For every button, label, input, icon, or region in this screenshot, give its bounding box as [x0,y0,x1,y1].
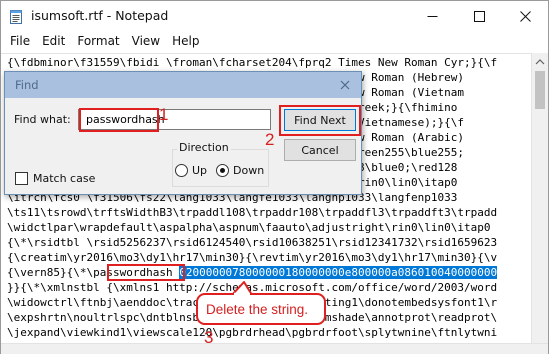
minimize-button[interactable] [409,1,455,31]
editor-line: \widctlpar\wrapdefault\aspalpha\aspnum\f… [7,221,491,234]
close-icon [519,10,531,22]
menu-format[interactable]: Format [71,31,125,53]
editor-line-selected: {\vern85}{\*\passwordhash 02000000780000… [7,265,498,280]
minimize-icon [427,15,437,17]
menu-edit[interactable]: Edit [36,31,71,53]
status-strip [1,343,548,354]
line-prefix: {\vern85}{\*\ [7,266,94,279]
close-icon [340,80,350,90]
radio-selected-dot [220,168,225,173]
window-title: isumsoft.rtf - Notepad [31,8,169,23]
find-input-highlight-box [79,108,159,132]
scroll-up-icon[interactable] [532,55,548,69]
match-case-label[interactable]: Match case [33,172,95,185]
editor-line: \ts11\tsrowd\trftsWidthB3\trpaddl108\trp… [7,206,498,219]
menu-view[interactable]: View [126,31,166,53]
title-bar[interactable]: isumsoft.rtf - Notepad [1,1,548,31]
maximize-button[interactable] [456,1,502,31]
dialog-title: Find [15,78,39,92]
editor-line: \jexpand\viewkind1\viewscale120\pgbrdrhe… [7,326,498,339]
scrollbar-thumb[interactable] [535,71,545,109]
step-1-label: 1 [159,105,169,124]
menu-bar: File Edit Format View Help [1,31,548,53]
direction-up-radio[interactable] [175,164,188,177]
step-3-label: 3 [204,328,214,347]
editor-line: {\fdbminor\f31559\fbidi \froman\fcharset… [7,56,498,69]
editor-line: {\creatim\yr2016\mo3\dy1\hr17\min30}{\re… [7,251,498,264]
password-hash-highlight-box [107,264,185,281]
dialog-title-bar[interactable]: Find [5,72,361,98]
maximize-icon [473,10,485,22]
notepad-icon [10,10,22,24]
password-hash-value[interactable]: 0200000078000000180000000e800000a0860100… [179,266,498,279]
direction-label: Direction [177,141,231,154]
menu-file[interactable]: File [4,31,36,53]
step-2-label: 2 [265,130,275,149]
match-case-checkbox[interactable] [15,172,28,185]
callout-text: Delete the string. [206,302,309,317]
find-what-label: Find what: [14,113,71,126]
find-next-highlight-box [279,105,361,136]
vertical-scrollbar[interactable] [531,53,548,343]
find-dialog: Find Find what: passwordhash Find Next C… [4,71,362,195]
dialog-close-button[interactable] [335,76,355,94]
cancel-button[interactable]: Cancel [284,139,356,161]
direction-down-label[interactable]: Down [233,164,264,177]
direction-up-label[interactable]: Up [192,164,207,177]
close-button[interactable] [502,1,548,31]
delete-string-callout: Delete the string. [196,293,326,325]
editor-line: {\*\rsidtbl \rsid5256237\rsid6124540\rsi… [7,236,498,249]
menu-help[interactable]: Help [166,31,205,53]
direction-down-radio[interactable] [216,164,229,177]
